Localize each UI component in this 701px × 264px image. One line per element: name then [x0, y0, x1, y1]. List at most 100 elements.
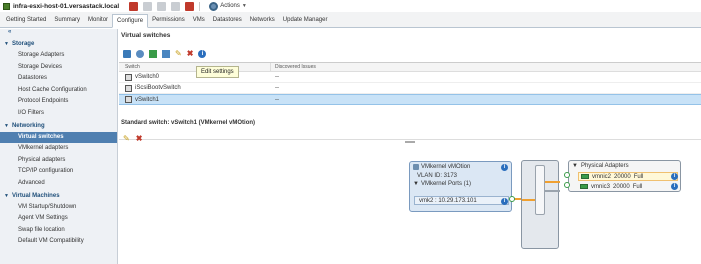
nic-row-vmnic3[interactable]: vmnic3 20000 Full — [578, 182, 678, 191]
vswitch-box[interactable] — [521, 160, 560, 249]
sidebar-item-vmkernel-adapters[interactable]: VMkernel adapters — [0, 143, 117, 155]
sidebar-section-networking[interactable]: ▼ Networking — [0, 120, 117, 132]
table-row[interactable]: iScsiBootvSwitch -- — [119, 83, 701, 94]
issues-cell: -- — [275, 85, 279, 91]
main-panel: Virtual switches ✎ ✖ i Edit settings Swi… — [119, 29, 701, 264]
sidebar-section-storage[interactable]: ▼ Storage — [0, 38, 117, 50]
remove-icon[interactable]: ✖ — [187, 50, 194, 58]
sidebar: « ▼ Storage Storage Adapters Storage Dev… — [0, 29, 118, 264]
sidebar-item-virtual-switches[interactable]: Virtual switches — [0, 131, 117, 144]
section-label: Storage — [11, 41, 35, 47]
nic-row-vmnic2[interactable]: vmnic2 20000 Full — [578, 172, 678, 181]
tab-monitor[interactable]: Monitor — [84, 14, 112, 27]
add-host-networking-icon[interactable] — [149, 50, 157, 58]
uplink-link-standby — [545, 190, 560, 192]
sidebar-item-swap-file[interactable]: Swap file location — [0, 225, 117, 237]
sidebar-item-physical-adapters[interactable]: Physical adapters — [0, 155, 117, 167]
info-icon[interactable]: i — [198, 50, 207, 58]
nic-speed: 20000 — [614, 173, 631, 180]
vmk-adapter[interactable]: vmk2 : 10.29.173.101 — [414, 196, 509, 205]
new-vm-icon[interactable] — [129, 1, 139, 11]
refresh-icon[interactable] — [136, 50, 144, 58]
edit-settings-icon[interactable]: ✎ — [175, 50, 182, 58]
host-icon — [3, 2, 10, 10]
section-label: Virtual Machines — [11, 192, 60, 199]
sidebar-item-protocol-endpoints[interactable]: Protocol Endpoints — [0, 96, 117, 108]
triangle-down-icon: ▼ — [413, 181, 419, 187]
sidebar-item-agent-vm-settings[interactable]: Agent VM Settings — [0, 213, 117, 225]
triangle-down-icon: ▼ — [4, 41, 9, 47]
column-header-switch[interactable]: Switch — [119, 63, 271, 71]
remove-icon[interactable]: ✖ — [136, 135, 143, 143]
switch-name: vSwitch0 — [135, 74, 160, 80]
gear-icon — [209, 1, 219, 11]
actions-button[interactable]: Actions ▼ — [209, 1, 247, 11]
info-icon[interactable]: i — [501, 198, 508, 205]
sidebar-section-virtual-machines[interactable]: ▼ Virtual Machines — [0, 190, 117, 202]
standard-switch-toolbar: ✎ ✖ — [123, 135, 142, 143]
migrate-icon[interactable] — [185, 1, 195, 11]
grid-resize-handle[interactable] — [119, 139, 701, 144]
switch-name: vSwitch1 — [135, 96, 160, 103]
sidebar-item-vm-startup[interactable]: VM Startup/Shutdown — [0, 202, 117, 214]
tab-networks[interactable]: Networks — [246, 14, 279, 27]
info-icon[interactable]: i — [671, 173, 678, 180]
edit-icon[interactable]: ✎ — [123, 135, 130, 143]
column-header-issues[interactable]: Discovered Issues — [271, 63, 316, 71]
host-title: infra-esxi-host-01.versastack.local — [13, 2, 120, 10]
switch-icon — [125, 96, 132, 103]
vmkernel-ports-label: VMkernel Ports (1) — [420, 181, 471, 187]
physical-adapters-box[interactable]: ▼ Physical Adapters vmnic2 20000 Full i … — [568, 160, 681, 192]
tab-datastores[interactable]: Datastores — [209, 14, 246, 27]
uplink-link-active — [545, 181, 560, 183]
title-bar: infra-esxi-host-01.versastack.local Acti… — [0, 0, 701, 12]
port-connector — [564, 182, 570, 188]
power-on-icon[interactable] — [143, 1, 153, 11]
switch-cell: vSwitch0 — [119, 73, 271, 81]
manage-adapters-icon[interactable] — [162, 50, 170, 58]
switch-cell: iScsiBootvSwitch — [119, 84, 271, 92]
standard-switch-title: Standard switch: vSwitch1 (VMkernel vMOt… — [121, 120, 256, 126]
tab-update-manager[interactable]: Update Manager — [279, 14, 332, 27]
table-row[interactable]: vSwitch1 -- — [119, 94, 701, 105]
section-label: Networking — [11, 122, 45, 129]
nic-icon — [580, 184, 588, 189]
switch-name: iScsiBootvSwitch — [135, 85, 181, 91]
add-networking-icon[interactable] — [123, 50, 131, 58]
sidebar-item-datastores[interactable]: Datastores — [0, 73, 117, 85]
sidebar-item-io-filters[interactable]: I/O Filters — [0, 108, 117, 120]
tab-getting-started[interactable]: Getting Started — [2, 14, 50, 27]
sidebar-item-host-cache[interactable]: Host Cache Configuration — [0, 85, 117, 97]
toolbar-divider — [199, 1, 201, 11]
sidebar-item-tcpip-configuration[interactable]: TCP/IP configuration — [0, 166, 117, 178]
port-group-box[interactable]: VMkernel vMOtion i VLAN ID: 3173 ▼ VMker… — [409, 161, 512, 212]
switch-icon — [125, 84, 132, 92]
tab-permissions[interactable]: Permissions — [148, 14, 189, 27]
sidebar-item-storage-adapters[interactable]: Storage Adapters — [0, 50, 117, 62]
tab-configure[interactable]: Configure — [112, 14, 149, 28]
vmk-link — [522, 199, 535, 201]
power-off-icon[interactable] — [157, 1, 167, 11]
sidebar-item-default-vm-compat[interactable]: Default VM Compatibility — [0, 236, 117, 248]
vmkernel-ports-toggle[interactable]: ▼ VMkernel Ports (1) — [410, 180, 511, 188]
vlan-id: VLAN ID: 3173 — [417, 173, 458, 179]
switch-icon — [125, 73, 132, 81]
suspend-icon[interactable] — [171, 1, 181, 11]
collapse-sidebar-button[interactable]: « — [0, 29, 117, 38]
info-icon[interactable]: i — [671, 183, 678, 190]
issues-cell: -- — [275, 96, 279, 103]
port-group-name: VMkernel vMOtion — [421, 164, 471, 170]
info-icon[interactable]: i — [501, 164, 508, 171]
actions-label: Actions — [220, 3, 240, 9]
port-group-header: VMkernel vMOtion — [410, 162, 511, 172]
tab-vms[interactable]: VMs — [189, 14, 209, 27]
port-connector — [564, 172, 570, 178]
switch-topology-diagram: VMkernel vMOtion i VLAN ID: 3173 ▼ VMker… — [409, 159, 681, 254]
tooltip: Edit settings — [196, 66, 239, 78]
sidebar-item-storage-devices[interactable]: Storage Devices — [0, 62, 117, 74]
grip-icon — [405, 141, 415, 143]
title-toolbar: Actions ▼ — [129, 1, 247, 11]
tab-summary[interactable]: Summary — [50, 14, 84, 27]
sidebar-item-advanced[interactable]: Advanced — [0, 178, 117, 190]
nic-name: vmnic2 — [592, 173, 612, 180]
